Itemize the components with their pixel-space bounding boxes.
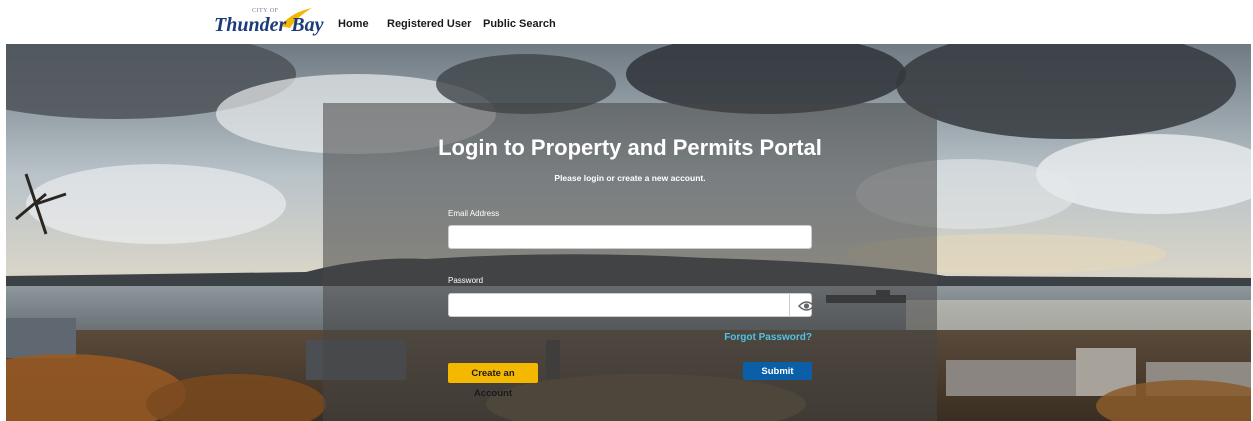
nav-public-search[interactable]: Public Search: [483, 18, 556, 32]
eye-icon: [797, 301, 816, 311]
submit-button[interactable]: Submit: [743, 362, 812, 380]
nav-registered-user[interactable]: Registered User: [387, 18, 471, 32]
logo-brand-text: Thunder Bay: [214, 14, 324, 36]
email-label: Email Address: [448, 209, 500, 218]
create-account-button[interactable]: Create an Account: [448, 363, 538, 399]
top-navigation-bar: CITY OF Thunder Bay Home Registered User…: [0, 0, 1253, 44]
password-label: Password: [448, 276, 484, 285]
forgot-password-link[interactable]: Forgot Password?: [719, 332, 812, 343]
login-subtitle: Please login or create a new account.: [554, 173, 706, 183]
nav-home[interactable]: Home: [338, 18, 369, 32]
show-password-button[interactable]: [789, 293, 816, 317]
email-field[interactable]: [448, 225, 812, 249]
login-title: Login to Property and Permits Portal: [438, 135, 822, 160]
password-field[interactable]: [448, 293, 790, 317]
thunder-bay-logo[interactable]: CITY OF Thunder Bay: [214, 6, 323, 38]
login-panel: Login to Property and Permits Portal Ple…: [323, 103, 937, 421]
